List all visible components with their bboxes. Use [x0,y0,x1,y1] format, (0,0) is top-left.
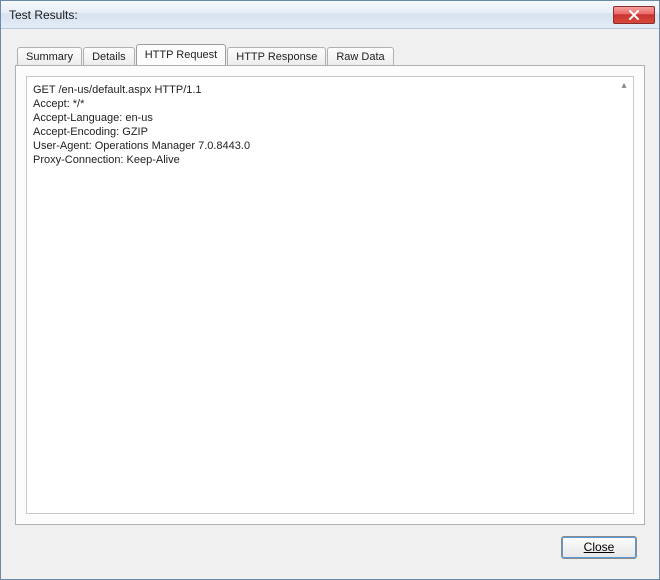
window-title: Test Results: [9,8,613,22]
request-textbox[interactable]: GET /en-us/default.aspx HTTP/1.1 Accept:… [26,76,634,514]
dialog-footer: Close [15,525,645,569]
tab-summary[interactable]: Summary [17,47,82,66]
close-button[interactable]: Close [561,536,637,559]
tab-raw-data[interactable]: Raw Data [327,47,393,66]
tab-panel: GET /en-us/default.aspx HTTP/1.1 Accept:… [15,65,645,525]
scroll-up-icon[interactable]: ▴ [618,80,630,92]
tab-http-response[interactable]: HTTP Response [227,47,326,66]
tab-strip: Summary Details HTTP Request HTTP Respon… [17,43,645,65]
window-close-button[interactable] [613,6,655,24]
tab-details[interactable]: Details [83,47,135,66]
tab-http-request[interactable]: HTTP Request [136,44,227,65]
titlebar[interactable]: Test Results: [1,1,659,29]
window-frame: Test Results: Summary Details HTTP Reque… [0,0,660,580]
request-text: GET /en-us/default.aspx HTTP/1.1 Accept:… [33,83,613,507]
client-area: Summary Details HTTP Request HTTP Respon… [1,29,659,579]
close-icon [628,10,640,20]
